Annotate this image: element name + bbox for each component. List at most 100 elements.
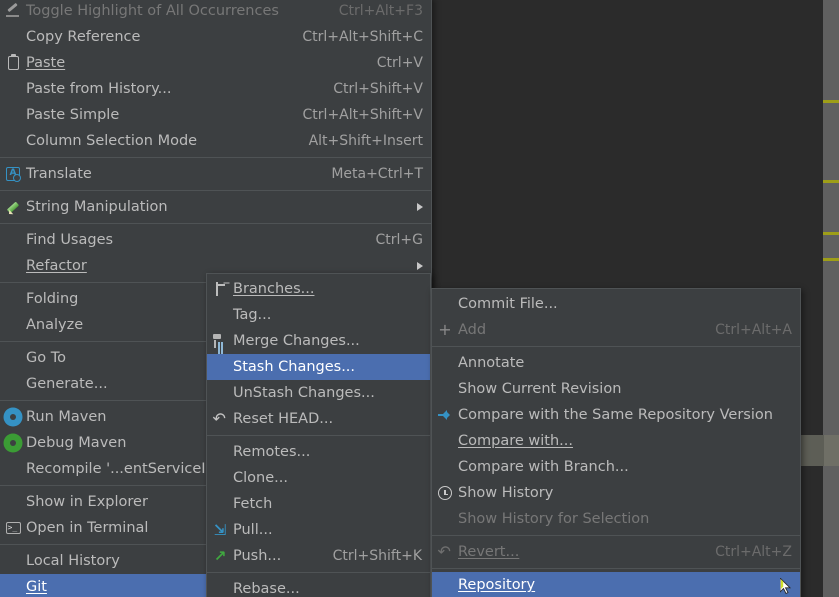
- menu-item-label: String Manipulation: [26, 199, 168, 215]
- menu-item-label: Go To: [26, 350, 66, 366]
- menu-item-label: Show Current Revision: [458, 381, 622, 397]
- menu-item-label: Branches...: [233, 281, 315, 297]
- menu-item-accel: Ctrl+Shift+K: [332, 548, 422, 564]
- highlight-icon: [0, 0, 26, 24]
- menu-item-label: Translate: [26, 166, 92, 182]
- no-icon: [0, 574, 26, 597]
- menu-item-revert[interactable]: ↶ Revert... Ctrl+Alt+Z: [432, 539, 800, 565]
- menu-item-label: Run Maven: [26, 409, 107, 425]
- menu-item-label: Show History: [458, 485, 554, 501]
- menu-item-label: Stash Changes...: [233, 359, 356, 375]
- no-icon: [207, 576, 233, 597]
- translate-icon: A: [0, 161, 26, 187]
- no-icon: [0, 76, 26, 102]
- no-icon: [0, 345, 26, 371]
- no-icon: [207, 354, 233, 380]
- gutter-warning-mark[interactable]: [823, 180, 839, 183]
- menu-item-string-manipulation[interactable]: String Manipulation: [0, 194, 431, 220]
- menu-item-branches[interactable]: Branches...: [207, 276, 430, 302]
- menu-item-label: Remotes...: [233, 444, 311, 460]
- no-icon: [0, 312, 26, 338]
- chevron-right-icon: [417, 262, 423, 270]
- branch-icon: [207, 276, 233, 302]
- menu-item-label: Git: [26, 579, 47, 595]
- menu-item-compare-same-repo-version[interactable]: Compare with the Same Repository Version: [432, 402, 800, 428]
- git-submenu[interactable]: Branches... Tag... Merge Changes... Stas…: [206, 273, 431, 597]
- menu-item-tag[interactable]: Tag...: [207, 302, 430, 328]
- menu-item-label: Paste from History...: [26, 81, 172, 97]
- menu-item-paste-simple[interactable]: Paste Simple Ctrl+Alt+Shift+V: [0, 102, 431, 128]
- gutter-warning-mark[interactable]: [823, 258, 839, 261]
- menu-item-label: Commit File...: [458, 296, 558, 312]
- menu-item-rebase[interactable]: Rebase...: [207, 576, 430, 597]
- menu-item-copy-reference[interactable]: Copy Reference Ctrl+Alt+Shift+C: [0, 24, 431, 50]
- editor-scrollbar-thumb-edge[interactable]: [824, 435, 839, 466]
- no-icon: [432, 350, 458, 376]
- gutter-warning-mark[interactable]: [823, 100, 839, 103]
- menu-item-show-history-for-selection[interactable]: Show History for Selection: [432, 506, 800, 532]
- menu-item-toggle-highlight[interactable]: Toggle Highlight of All Occurrences Ctrl…: [0, 0, 431, 24]
- menu-item-compare-with-branch[interactable]: Compare with Branch...: [432, 454, 800, 480]
- menu-item-paste[interactable]: Paste Ctrl+V: [0, 50, 431, 76]
- menu-item-label: Repository: [458, 577, 536, 593]
- menu-item-unstash-changes[interactable]: UnStash Changes...: [207, 380, 430, 406]
- editor-marker-gutter[interactable]: [823, 0, 839, 597]
- menu-item-commit-file[interactable]: Commit File...: [432, 291, 800, 317]
- no-icon: [432, 291, 458, 317]
- compare-icon: [432, 402, 458, 428]
- menu-item-clone[interactable]: Clone...: [207, 465, 430, 491]
- menu-item-label: Compare with...: [458, 433, 573, 449]
- gear-green-icon: [0, 430, 26, 456]
- menu-item-annotate[interactable]: Annotate: [432, 350, 800, 376]
- menu-item-show-history[interactable]: Show History: [432, 480, 800, 506]
- menu-item-add[interactable]: + Add Ctrl+Alt+A: [432, 317, 800, 343]
- menu-item-pull[interactable]: ⇲ Pull...: [207, 517, 430, 543]
- menu-item-label: Open in Terminal: [26, 520, 149, 536]
- menu-item-reset-head[interactable]: ↶ Reset HEAD...: [207, 406, 430, 432]
- menu-item-column-selection-mode[interactable]: Column Selection Mode Alt+Shift+Insert: [0, 128, 431, 154]
- menu-item-merge-changes[interactable]: Merge Changes...: [207, 328, 430, 354]
- menu-item-label: Compare with the Same Repository Version: [458, 407, 773, 423]
- no-icon: [432, 376, 458, 402]
- clipboard-icon: [0, 50, 26, 76]
- menu-separator: [207, 435, 430, 436]
- menu-item-label: Paste: [26, 55, 66, 71]
- menu-item-label: Clone...: [233, 470, 288, 486]
- menu-item-repository[interactable]: Repository: [432, 572, 800, 597]
- gutter-warning-mark[interactable]: [823, 232, 839, 235]
- git-file-submenu[interactable]: Commit File... + Add Ctrl+Alt+A Annotate…: [431, 288, 801, 597]
- menu-item-label: UnStash Changes...: [233, 385, 375, 401]
- pull-icon: ⇲: [213, 521, 227, 539]
- menu-item-fetch[interactable]: Fetch: [207, 491, 430, 517]
- menu-item-label: Reset HEAD...: [233, 411, 334, 427]
- menu-item-label: Tag...: [233, 307, 272, 323]
- editor-scrollbar-thumb[interactable]: [800, 435, 824, 466]
- menu-item-compare-with[interactable]: Compare with...: [432, 428, 800, 454]
- menu-item-stash-changes[interactable]: Stash Changes...: [207, 354, 430, 380]
- menu-item-remotes[interactable]: Remotes...: [207, 439, 430, 465]
- menu-item-label: Toggle Highlight of All Occurrences: [26, 3, 279, 19]
- menu-item-find-usages[interactable]: Find Usages Ctrl+G: [0, 227, 431, 253]
- menu-item-label: Analyze: [26, 317, 84, 333]
- menu-item-accel: Ctrl+Alt+F3: [338, 3, 423, 19]
- menu-separator: [207, 572, 430, 573]
- menu-item-label: Fetch: [233, 496, 273, 512]
- no-icon: [0, 24, 26, 50]
- menu-item-paste-from-history[interactable]: Paste from History... Ctrl+Shift+V: [0, 76, 431, 102]
- menu-item-translate[interactable]: A Translate Meta+Ctrl+T: [0, 161, 431, 187]
- no-icon: [0, 456, 26, 482]
- merge-icon: [207, 328, 233, 354]
- menu-item-label: Pull...: [233, 522, 273, 538]
- no-icon: [207, 380, 233, 406]
- menu-item-label: Find Usages: [26, 232, 114, 248]
- plus-icon: +: [438, 320, 452, 339]
- menu-item-accel: Ctrl+Alt+Shift+C: [302, 29, 423, 45]
- menu-item-show-current-revision[interactable]: Show Current Revision: [432, 376, 800, 402]
- menu-item-label: Rebase...: [233, 581, 300, 597]
- no-icon: [207, 302, 233, 328]
- menu-item-accel: Ctrl+Shift+V: [333, 81, 423, 97]
- push-icon: ↗: [213, 547, 227, 565]
- menu-item-accel: Ctrl+G: [375, 232, 424, 248]
- chevron-right-icon: [417, 203, 423, 211]
- menu-item-push[interactable]: ↗ Push... Ctrl+Shift+K: [207, 543, 430, 569]
